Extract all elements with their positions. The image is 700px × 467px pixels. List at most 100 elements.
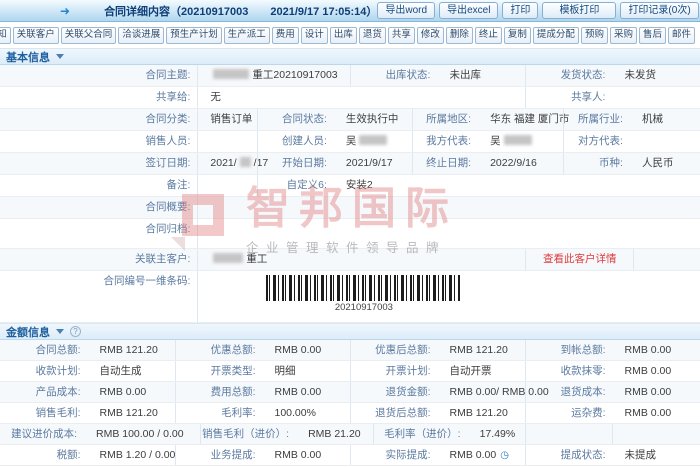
pre-purchase-button[interactable]: 预购 [581,27,608,44]
section-header-basic-info[interactable]: 基本信息 [0,48,700,65]
field-label: 退货后总额: [350,403,438,423]
template-print-button[interactable]: 模板打印 [542,2,616,19]
field-label: 销售毛利（进价）: [200,424,297,444]
expense-button[interactable]: 费用 [272,27,299,44]
modify-button[interactable]: 修改 [417,27,444,44]
clock-icon: ◷ [500,450,509,461]
field-label: 产品成本: [0,382,88,402]
field-value: RMB 0.00 [88,382,176,402]
field-value: 安装2 [334,175,700,196]
table-row: 销售毛利:RMB 121.20毛利率:100.00%退货后总额:RMB 121.… [0,403,700,424]
field-value: 2021//17 [197,153,257,174]
field-label: 开票类型: [175,361,263,381]
field-value: RMB 21.20 [296,424,373,444]
field-label: 实际提成: [350,445,438,465]
field-value: 未提成 [613,445,700,465]
field-label: 共享给: [0,87,197,108]
table-row: 合同主题:重工20210917003出库状态:未出库发货状态:未发货 [0,65,700,87]
print-log-button[interactable]: 打印记录(0次) [620,2,698,19]
field-label: 合同概要: [0,197,197,218]
page-header: ➜ 合同详细内容（20210917003 2021/9/17 17:05:14）… [0,0,700,22]
field-label: 自定义6: [257,175,334,196]
field-value: 华东 福建 厦门市 [478,109,563,130]
field-label: 销售毛利: [0,403,88,423]
field-value: 未出库 [437,65,525,86]
field-value: 重工20210917003 [197,65,350,86]
terminate-button[interactable]: 终止 [475,27,502,44]
barcode-image [266,275,461,301]
field-label: 我方代表: [412,131,478,152]
field-value [197,219,700,248]
field-label: 销售人员: [0,131,197,152]
field-value: RMB 121.20 [88,340,176,360]
amount-info-title: 金额信息 [6,324,50,340]
amount-info-table: 合同总额:RMB 121.20优惠总额:RMB 0.00优惠后总额:RMB 12… [0,340,700,466]
field-value: 自动生成 [88,361,176,381]
field-label: 币种: [563,153,630,174]
field-value: 明细 [263,361,351,381]
redacted-text [213,69,249,79]
commission-allocation-button[interactable]: 提成分配 [533,27,579,44]
contract-detail-page: ➜ 合同详细内容（20210917003 2021/9/17 17:05:14）… [0,0,700,467]
field-value [612,87,700,108]
field-label: 合同归档: [0,219,197,248]
table-row: 合同归档: [0,219,700,249]
field-value: 2022/9/16 [478,153,563,174]
basic-info-title: 基本信息 [6,49,50,65]
help-icon[interactable]: ? [70,326,81,337]
return-goods-button[interactable]: 退货 [359,27,386,44]
table-row: 收款计划:自动生成开票类型:明细开票计划:自动开票收款抹零:RMB 0.00 [0,361,700,382]
redacted-text [213,253,243,263]
link-parent-contract-button[interactable]: 关联父合同 [61,27,117,44]
field-label: 退货金额: [350,382,438,402]
field-value: RMB 0.00 [263,445,351,465]
field-label: 毛利率（进价）: [373,424,468,444]
field-label: 收款抹零: [525,361,613,381]
field-label: 优惠总额: [175,340,263,360]
table-row: 税额:RMB 1.20 / 0.00业务提成:RMB 0.00实际提成:RMB … [0,445,700,466]
link-customer-button[interactable]: 关联客户 [13,27,59,44]
stock-out-button[interactable]: 出库 [330,27,357,44]
field-label: 业务提成: [175,445,263,465]
purchase-button[interactable]: 采购 [610,27,637,44]
table-row: 合同总额:RMB 121.20优惠总额:RMB 0.00优惠后总额:RMB 12… [0,340,700,361]
contract-barcode-cell: 20210917003 [197,271,700,322]
pre-production-plan-button[interactable]: 预生产计划 [166,27,222,44]
notify-button[interactable]: 通知 [0,27,11,44]
export-excel-button[interactable]: 导出excel [439,2,498,19]
production-dispatch-button[interactable]: 生产派工 [224,27,270,44]
table-row: 建议进价成本:RMB 100.00 / 0.00销售毛利（进价）:RMB 21.… [0,424,700,445]
header-button-group: 导出word导出excel打印模板打印打印记录(0次) [377,2,700,19]
print-button[interactable]: 打印 [502,2,538,19]
field-label: 发货状态: [525,65,613,86]
basic-info-table: 合同主题:重工20210917003出库状态:未出库发货状态:未发货共享给:无共… [0,65,700,323]
field-label: 毛利率: [175,403,263,423]
field-label [525,424,613,444]
redacted-text [359,135,387,145]
table-row: 销售人员:创建人员:吴我方代表:吴对方代表: [0,131,700,153]
design-button[interactable]: 设计 [301,27,328,44]
negotiation-progress-button[interactable]: 洽谈进展 [118,27,164,44]
export-word-button[interactable]: 导出word [377,2,435,19]
delete-button[interactable]: 删除 [446,27,473,44]
field-label: 备注: [0,175,197,196]
share-button[interactable]: 共享 [388,27,415,44]
table-row: 合同概要: [0,197,700,219]
field-value: 17.49% [468,424,525,444]
field-value: 吴 [334,131,412,152]
field-value: RMB 0.00 [613,361,700,381]
arrow-icon: ➜ [60,0,70,22]
section-header-amount-info[interactable]: 金额信息 ? [0,323,700,340]
field-label: 收款计划: [0,361,88,381]
field-label: 建议进价成本: [0,424,84,444]
field-value: RMB 121.20 [88,403,176,423]
field-label: 合同状态: [257,109,334,130]
copy-button[interactable]: 复制 [504,27,531,44]
field-value: RMB 0.00◷ [438,445,526,465]
view-customer-link[interactable]: 查看此客户详情 [525,249,634,270]
field-value: RMB 0.00/ RMB 0.00 [438,382,526,402]
field-label: 税额: [0,445,88,465]
after-sales-button[interactable]: 售后 [639,27,666,44]
barcode-number: 20210917003 [266,301,461,315]
email-button[interactable]: 邮件 [668,27,695,44]
